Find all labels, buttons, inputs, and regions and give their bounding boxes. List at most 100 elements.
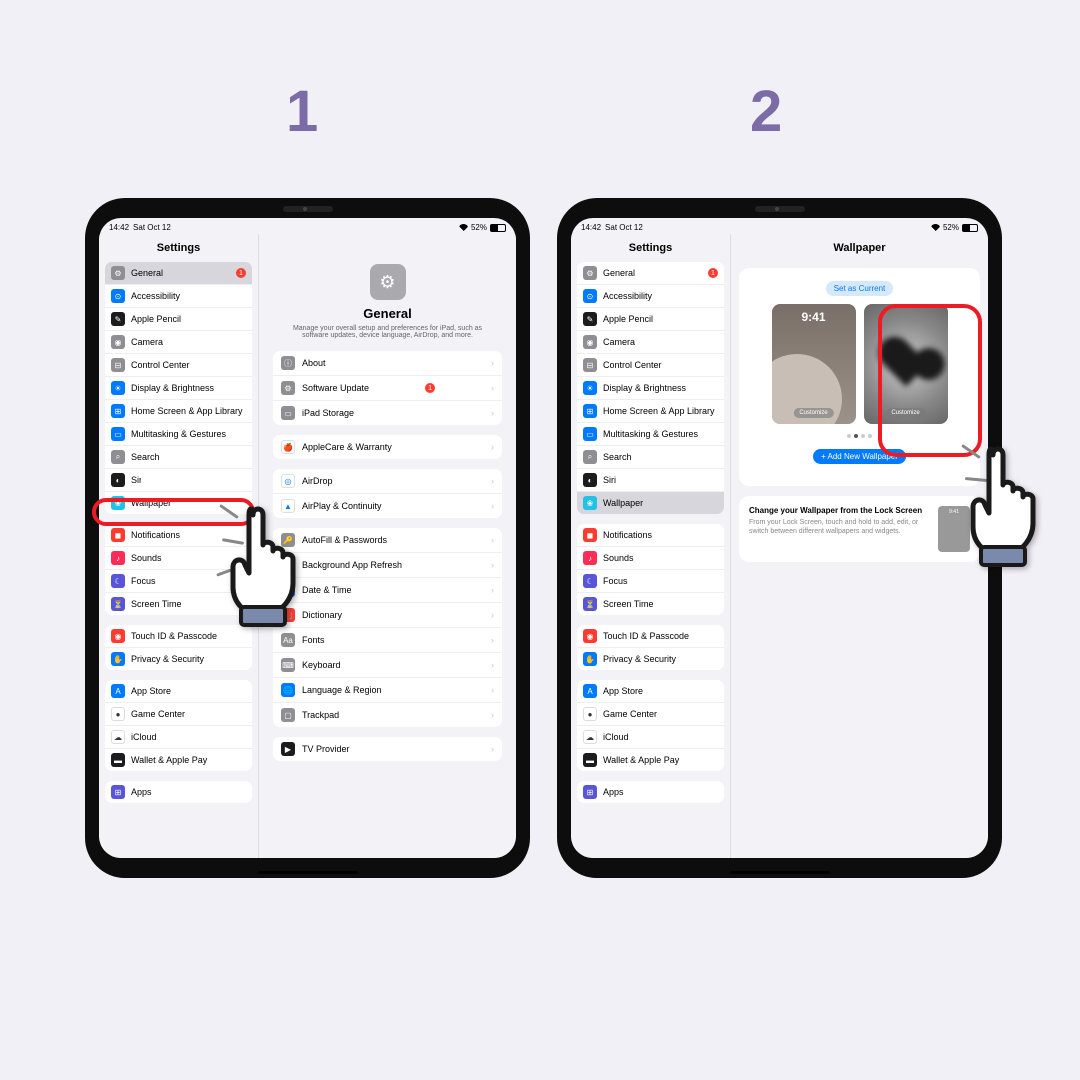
row-fonts[interactable]: AaFonts› (273, 628, 502, 653)
sidebar-item-notifications[interactable]: ◼Notifications (577, 524, 724, 547)
ipad-step-1: 14:42Sat Oct 12 52% Settings ⚙General1 ⊙… (85, 198, 530, 878)
info-thumbnail (938, 506, 970, 552)
row-applecare[interactable]: 🍎AppleCare & Warranty› (273, 435, 502, 459)
globe-icon: 🌐 (281, 683, 295, 697)
sidebar-item-screen-time[interactable]: ⏳Screen Time (105, 593, 252, 615)
sidebar-item-focus[interactable]: ☾Focus (105, 570, 252, 593)
label: App Store (131, 686, 171, 696)
row-language[interactable]: 🌐Language & Region› (273, 678, 502, 703)
home-screen-preview[interactable]: Customize (864, 304, 948, 424)
gear-icon: ⚙ (281, 381, 295, 395)
chevron-icon: › (491, 685, 494, 695)
sidebar-item-accessibility[interactable]: ⊙Accessibility (105, 285, 252, 308)
sidebar-item-apple-pencil[interactable]: ✎Apple Pencil (577, 308, 724, 331)
sidebar-item-apple-pencil[interactable]: ✎Apple Pencil (105, 308, 252, 331)
sidebar-item-control-center[interactable]: ⊟Control Center (105, 354, 252, 377)
badge: 1 (708, 268, 718, 278)
info-body: From your Lock Screen, touch and hold to… (749, 518, 930, 536)
wallpaper-icon: ❀ (111, 496, 125, 510)
sidebar-item-touchid[interactable]: ◉Touch ID & Passcode (577, 625, 724, 648)
sidebar-item-screen-time[interactable]: ⏳Screen Time (577, 593, 724, 615)
row-autofill[interactable]: 🔑AutoFill & Passwords› (273, 528, 502, 553)
info-title: Change your Wallpaper from the Lock Scre… (749, 506, 930, 515)
label: Game Center (603, 709, 657, 719)
add-new-wallpaper-button[interactable]: + Add New Wallpaper (813, 449, 906, 464)
customize-button[interactable]: Customize (793, 408, 833, 418)
sidebar-item-control-center[interactable]: ⊟Control Center (577, 354, 724, 377)
sidebar-item-privacy[interactable]: ✋Privacy & Security (577, 648, 724, 670)
sidebar-item-privacy[interactable]: ✋Privacy & Security (105, 648, 252, 670)
row-storage[interactable]: ▭iPad Storage› (273, 401, 502, 425)
sidebar-item-apps[interactable]: ⊞Apps (577, 781, 724, 803)
label: Control Center (603, 360, 662, 370)
sidebar-item-siri[interactable]: ◐Siri (105, 469, 252, 492)
sidebar-item-apps[interactable]: ⊞Apps (105, 781, 252, 803)
pencil-icon: ✎ (583, 312, 597, 326)
status-date: Sat Oct 12 (133, 223, 171, 232)
sidebar-item-gamecenter[interactable]: ●Game Center (577, 703, 724, 726)
row-datetime[interactable]: 📅Date & Time› (273, 578, 502, 603)
hourglass-icon: ⏳ (111, 597, 125, 611)
sidebar-item-display[interactable]: ☀Display & Brightness (105, 377, 252, 400)
row-about[interactable]: ⓘAbout› (273, 351, 502, 376)
battery-icon (962, 224, 978, 232)
sidebar-item-siri[interactable]: ◐Siri (577, 469, 724, 492)
sidebar-item-sounds[interactable]: ♪Sounds (577, 547, 724, 570)
sidebar-item-touchid[interactable]: ◉Touch ID & Passcode (105, 625, 252, 648)
row-airdrop[interactable]: ◎AirDrop› (273, 469, 502, 494)
brightness-icon: ☀ (111, 381, 125, 395)
lock-screen-preview[interactable]: 9:41 Customize (772, 304, 856, 424)
sidebar-item-appstore[interactable]: AApp Store (105, 680, 252, 703)
row-software-update[interactable]: ⚙Software Update1› (273, 376, 502, 401)
sidebar-item-wallpaper[interactable]: ❀Wallpaper (577, 492, 724, 514)
book-icon: 📕 (281, 608, 295, 622)
sidebar-item-display[interactable]: ☀Display & Brightness (577, 377, 724, 400)
tv-icon: ▶ (281, 742, 295, 756)
row-trackpad[interactable]: ▢Trackpad› (273, 703, 502, 727)
sidebar-item-icloud[interactable]: ☁iCloud (577, 726, 724, 749)
badge: 1 (236, 268, 246, 278)
row-keyboard[interactable]: ⌨Keyboard› (273, 653, 502, 678)
lock-screen-info[interactable]: Change your Wallpaper from the Lock Scre… (739, 496, 980, 562)
sidebar-item-search[interactable]: ⌕Search (577, 446, 724, 469)
row-tv[interactable]: ▶TV Provider› (273, 737, 502, 761)
sidebar-item-gamecenter[interactable]: ●Game Center (105, 703, 252, 726)
chevron-icon: › (491, 358, 494, 368)
page-dots (747, 434, 972, 438)
grid-icon: ⊞ (583, 404, 597, 418)
battery-icon (490, 224, 506, 232)
sidebar-item-sounds[interactable]: ♪Sounds (105, 547, 252, 570)
label: Privacy & Security (603, 654, 676, 664)
customize-button[interactable]: Customize (885, 408, 925, 418)
sidebar-item-accessibility[interactable]: ⊙Accessibility (577, 285, 724, 308)
key-icon: 🔑 (281, 533, 295, 547)
set-as-current-button[interactable]: Set as Current (826, 281, 894, 296)
status-bar: 14:42Sat Oct 12 52% (571, 218, 988, 234)
sidebar-item-camera[interactable]: ◉Camera (105, 331, 252, 354)
sidebar-item-notifications[interactable]: ◼Notifications (105, 524, 252, 547)
sidebar-item-general[interactable]: ⚙General1 (577, 262, 724, 285)
row-airplay[interactable]: ▲AirPlay & Continuity› (273, 494, 502, 518)
info-icon: ⓘ (281, 356, 295, 370)
sidebar-item-multitasking[interactable]: ▭Multitasking & Gestures (577, 423, 724, 446)
row-bg-refresh[interactable]: ↻Background App Refresh› (273, 553, 502, 578)
sidebar-item-icloud[interactable]: ☁iCloud (105, 726, 252, 749)
sidebar-item-multitasking[interactable]: ▭Multitasking & Gestures (105, 423, 252, 446)
sidebar-item-home-screen[interactable]: ⊞Home Screen & App Library (105, 400, 252, 423)
label: Sounds (131, 553, 162, 563)
wifi-icon (459, 224, 468, 231)
sidebar-item-search[interactable]: ⌕Search (105, 446, 252, 469)
detail-general: ⚙ General Manage your overall setup and … (259, 234, 516, 858)
sidebar-item-wallet[interactable]: ▬Wallet & Apple Pay (577, 749, 724, 771)
sidebar-item-camera[interactable]: ◉Camera (577, 331, 724, 354)
sidebar-item-appstore[interactable]: AApp Store (577, 680, 724, 703)
preview-time: 9:41 (772, 310, 856, 324)
heart-graphic (883, 341, 928, 386)
row-dictionary[interactable]: 📕Dictionary› (273, 603, 502, 628)
status-bar: 14:42Sat Oct 12 52% (99, 218, 516, 234)
sidebar-item-home-screen[interactable]: ⊞Home Screen & App Library (577, 400, 724, 423)
sidebar-item-wallet[interactable]: ▬Wallet & Apple Pay (105, 749, 252, 771)
sidebar-item-general[interactable]: ⚙General1 (105, 262, 252, 285)
chevron-icon: › (491, 585, 494, 595)
sidebar-item-focus[interactable]: ☾Focus (577, 570, 724, 593)
